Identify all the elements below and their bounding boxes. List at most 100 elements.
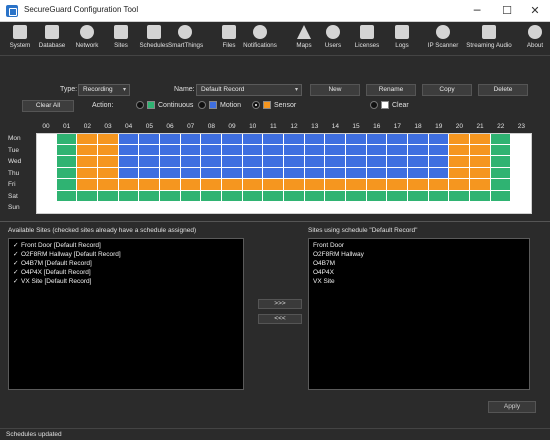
schedule-cell[interactable] [325,144,347,156]
schedule-cell[interactable] [470,133,491,145]
schedule-cell[interactable] [408,167,429,179]
schedule-cell[interactable] [387,202,409,214]
schedule-cell[interactable] [470,144,491,156]
schedule-cell[interactable] [325,133,347,145]
schedule-cell[interactable] [470,179,491,191]
schedule-cell[interactable] [428,179,450,191]
schedule-cell[interactable] [346,144,367,156]
schedule-cell[interactable] [98,190,119,202]
schedule-cell[interactable] [56,202,78,214]
minimize-button[interactable]: ─ [462,0,492,22]
schedule-cell[interactable] [263,144,285,156]
schedule-cell[interactable] [242,133,264,145]
schedule-cell[interactable] [304,202,326,214]
list-item[interactable]: VX Site [313,277,525,286]
schedule-cell[interactable] [36,202,57,214]
list-item[interactable]: ✓ O2F8RM Hallway [Default Record] [13,250,239,259]
schedule-cell[interactable] [511,167,533,179]
list-item[interactable]: ✓ Front Door [Default Record] [13,241,239,250]
schedule-cell[interactable] [490,179,512,191]
schedule-cell[interactable] [118,156,140,168]
schedule-cell[interactable] [201,190,223,202]
checkbox-checked-icon[interactable]: ✓ [13,259,21,268]
add-site-button[interactable]: >>> [258,299,302,309]
schedule-cell[interactable] [56,156,78,168]
schedule-cell[interactable] [366,179,388,191]
toolbar-button-ip-scanner[interactable]: IP Scanner [426,24,460,54]
schedule-cell[interactable] [77,167,98,179]
schedule-cell[interactable] [242,179,264,191]
schedule-cell[interactable] [242,190,264,202]
schedule-cell[interactable] [160,179,181,191]
schedule-cell[interactable] [118,133,140,145]
toolbar-button-schedules[interactable]: Schedules [137,24,171,54]
schedule-cell[interactable] [139,190,160,202]
schedule-cell[interactable] [201,167,223,179]
assigned-sites-list[interactable]: Front Door O2F8RM Hallway O4B7M O4P4X VX Sit… [308,238,530,390]
rename-button[interactable]: Rename [366,84,416,96]
schedule-cell[interactable] [139,133,160,145]
schedule-cell[interactable] [36,179,57,191]
list-item[interactable]: ✓ O4P4X [Default Record] [13,268,239,277]
schedule-cell[interactable] [366,144,388,156]
schedule-cell[interactable] [346,133,367,145]
schedule-cell[interactable] [428,133,450,145]
schedule-cell[interactable] [180,156,202,168]
schedule-cell[interactable] [98,202,119,214]
toolbar-button-users[interactable]: Users [316,24,350,54]
schedule-cell[interactable] [387,156,409,168]
schedule-cell[interactable] [98,167,119,179]
schedule-cell[interactable] [56,179,78,191]
schedule-cell[interactable] [387,179,409,191]
schedule-cell[interactable] [77,179,98,191]
toolbar-button-network[interactable]: Network [70,24,104,54]
schedule-cell[interactable] [222,133,243,145]
action-radio-sensor[interactable] [252,101,260,109]
schedule-cell[interactable] [387,190,409,202]
schedule-cell[interactable] [366,190,388,202]
schedule-cell[interactable] [470,190,491,202]
schedule-cell[interactable] [98,156,119,168]
schedule-cell[interactable] [304,190,326,202]
checkbox-checked-icon[interactable]: ✓ [13,241,21,250]
toolbar-button-licenses[interactable]: Licenses [350,24,384,54]
schedule-cell[interactable] [449,190,471,202]
schedule-cell[interactable] [408,144,429,156]
schedule-cell[interactable] [222,144,243,156]
list-item[interactable]: O2F8RM Hallway [313,250,525,259]
checkbox-checked-icon[interactable]: ✓ [13,250,21,259]
schedule-cell[interactable] [201,202,223,214]
schedule-cell[interactable] [470,167,491,179]
schedule-cell[interactable] [180,202,202,214]
schedule-cell[interactable] [366,156,388,168]
schedule-cell[interactable] [201,133,223,145]
schedule-cell[interactable] [346,202,367,214]
schedule-cell[interactable] [160,144,181,156]
schedule-cell[interactable] [222,179,243,191]
schedule-cell[interactable] [139,202,160,214]
schedule-cell[interactable] [304,179,326,191]
list-item[interactable]: ✓ O4B7M [Default Record] [13,259,239,268]
schedule-cell[interactable] [222,167,243,179]
schedule-cell[interactable] [242,167,264,179]
schedule-cell[interactable] [139,144,160,156]
schedule-cell[interactable] [36,167,57,179]
schedule-cell[interactable] [56,167,78,179]
schedule-cell[interactable] [304,156,326,168]
schedule-cell[interactable] [408,202,429,214]
schedule-cell[interactable] [490,167,512,179]
schedule-cell[interactable] [366,133,388,145]
schedule-cell[interactable] [139,179,160,191]
schedule-cell[interactable] [387,167,409,179]
schedule-cell[interactable] [77,202,98,214]
schedule-cell[interactable] [284,179,305,191]
schedule-cell[interactable] [263,167,285,179]
schedule-cell[interactable] [139,156,160,168]
delete-button[interactable]: Delete [478,84,528,96]
toolbar-button-streaming-audio[interactable]: Streaming Audio [466,24,512,54]
schedule-cell[interactable] [346,179,367,191]
schedule-cell[interactable] [490,190,512,202]
action-radio-continuous[interactable] [136,101,144,109]
name-select[interactable]: Default Record ▾ [196,84,302,96]
schedule-cell[interactable] [160,190,181,202]
